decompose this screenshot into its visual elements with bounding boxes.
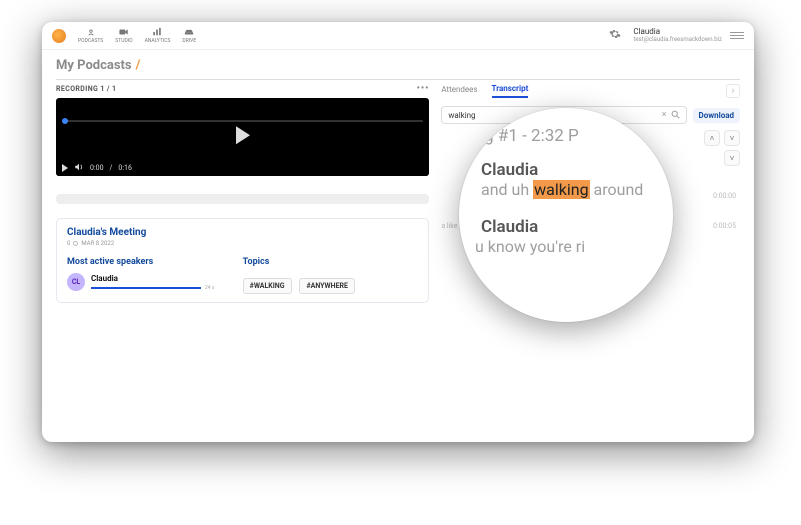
nav-label: STUDIO <box>115 38 132 44</box>
nav-label: DRIVE <box>182 38 196 44</box>
user-email: test@claudia.freesmackdown.biz <box>633 37 722 44</box>
mag-line: u know you're ri <box>475 237 651 256</box>
seek-track[interactable] <box>62 120 423 122</box>
user-menu[interactable]: Claudia test@claudia.freesmackdown.biz <box>633 28 722 43</box>
page-title-text: My Podcasts <box>56 58 132 73</box>
search-highlight: walking <box>533 180 589 199</box>
analytics-icon <box>152 27 162 37</box>
mag-speaker: Claudia <box>481 160 651 180</box>
speaker-name: Claudia <box>91 274 243 283</box>
menu-icon[interactable] <box>730 32 744 39</box>
nav-drive[interactable]: DRIVE <box>182 27 196 44</box>
nav-podcasts[interactable]: PODCASTS <box>78 27 103 44</box>
recording-count: RECORDING 1 / 1 <box>56 85 116 93</box>
topics-heading: Topics <box>243 257 419 267</box>
magnifier-overlay: ding #1 - 2:32 P Claudia and uh walking … <box>459 108 673 322</box>
meeting-views: 0 <box>67 240 70 247</box>
speaker-bar <box>91 287 201 289</box>
waveform[interactable] <box>56 194 429 204</box>
drive-icon <box>184 27 194 37</box>
recording-header: RECORDING 1 / 1 ••• <box>56 84 429 94</box>
top-navbar: PODCASTS STUDIO ANALYTICS DRIVE Claudia … <box>42 22 754 50</box>
play-icon[interactable] <box>236 126 250 144</box>
meeting-card: Claudia's Meeting 0 MAR 8 2022 Most acti… <box>56 218 429 303</box>
mag-speaker: Claudia <box>481 217 651 237</box>
meeting-title[interactable]: Claudia's Meeting <box>67 227 418 238</box>
time-duration: 0:16 <box>118 164 132 172</box>
download-button[interactable]: Download <box>693 108 741 123</box>
meeting-meta: 0 MAR 8 2022 <box>67 240 418 247</box>
podcasts-icon <box>86 27 96 37</box>
transcript-time: 0:00:00 <box>713 192 736 200</box>
time-current: 0:00 <box>90 164 104 172</box>
page-title: My Podcasts / <box>56 58 740 73</box>
breadcrumb-slash: / <box>136 58 141 73</box>
more-menu[interactable]: ••• <box>417 84 430 94</box>
studio-icon <box>119 27 129 37</box>
meeting-date: MAR 8 2022 <box>81 240 114 247</box>
topic-tag[interactable]: #WALKING <box>243 278 292 294</box>
nav-analytics[interactable]: ANALYTICS <box>145 27 171 44</box>
transcript-tabs: Attendees Transcript › <box>441 84 740 98</box>
divider <box>56 79 740 80</box>
play-button[interactable] <box>62 164 68 172</box>
mag-pre: and uh <box>481 180 533 199</box>
volume-icon[interactable] <box>74 162 84 175</box>
search-icon[interactable] <box>671 110 680 121</box>
speaker-row[interactable]: CL Claudia 24 s <box>67 273 243 291</box>
mag-line: and uh walking around <box>481 180 651 199</box>
transcript-time: 0:00:05 <box>713 222 736 230</box>
tab-transcript[interactable]: Transcript <box>492 84 529 98</box>
prev-result-button[interactable]: ˄ <box>704 130 720 146</box>
mag-post: around <box>590 180 644 199</box>
time-sep: / <box>110 164 113 172</box>
avatar: CL <box>67 273 85 291</box>
collapse-button[interactable]: ˅ <box>724 150 740 166</box>
video-controls: 0:00 / 0:16 <box>56 160 429 176</box>
video-player[interactable]: 0:00 / 0:16 <box>56 98 429 176</box>
clear-icon[interactable]: × <box>662 110 667 120</box>
next-result-button[interactable]: ˅ <box>724 130 740 146</box>
speakers-heading: Most active speakers <box>67 257 243 267</box>
tab-attendees[interactable]: Attendees <box>441 85 477 97</box>
app-logo[interactable] <box>52 29 66 43</box>
chevron-right-icon[interactable]: › <box>726 84 740 98</box>
speaker-duration: 24 s <box>205 285 214 291</box>
settings-button[interactable] <box>609 28 621 43</box>
nav-label: PODCASTS <box>78 38 103 44</box>
nav-label: ANALYTICS <box>145 38 171 44</box>
calendar-icon <box>73 241 78 246</box>
seek-thumb[interactable] <box>62 118 68 124</box>
nav-studio[interactable]: STUDIO <box>115 27 132 44</box>
topic-tag[interactable]: #ANYWHERE <box>299 278 355 294</box>
